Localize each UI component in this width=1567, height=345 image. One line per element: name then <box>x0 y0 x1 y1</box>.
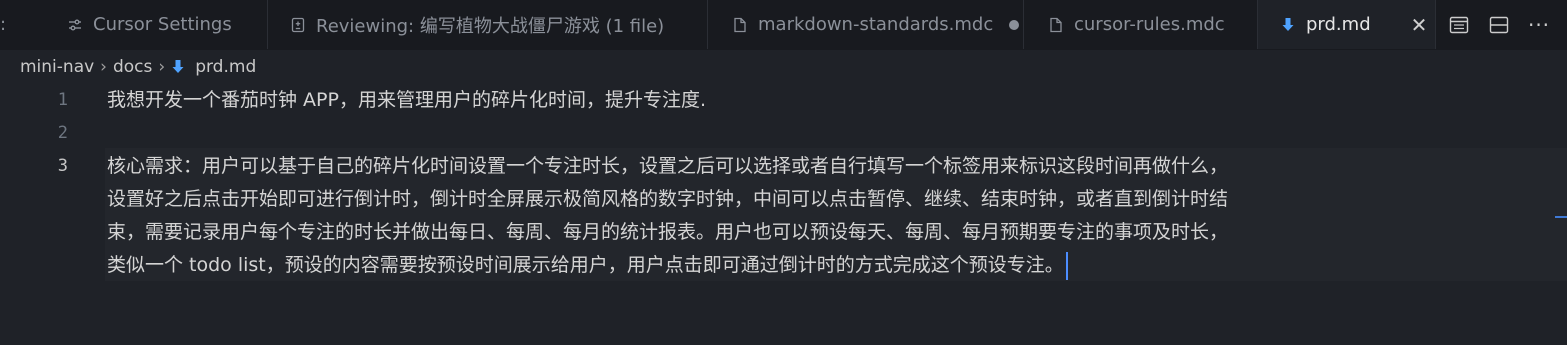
more-actions-icon[interactable]: ··· <box>1528 13 1550 37</box>
line-number: 2 <box>57 123 68 143</box>
breadcrumb-item-mini-nav[interactable]: mini-nav <box>20 57 94 77</box>
editor-actions: ··· <box>1436 0 1550 49</box>
tab-label: Reviewing: 编写植物大战僵尸游戏 (1 file) <box>316 15 665 37</box>
markdown-arrow-icon <box>1278 15 1298 35</box>
breadcrumb: mini-nav › docs › prd.md <box>20 56 256 78</box>
line-text[interactable]: 我想开发一个番茄时钟 APP，用来管理用户的碎片化时间，提升专注度. <box>107 84 706 117</box>
line-text-wrap[interactable]: 设置好之后点击开始即可进行倒计时，倒计时全屏展示极简风格的数字时钟，中间可以点击… <box>107 183 1228 216</box>
editor-line-3: 3 核心需求：用户可以基于自己的碎片化时间设置一个专注时长，设置之后可以选择或者… <box>0 150 1567 283</box>
tab-cursor-rules[interactable]: cursor-rules.mdc <box>1024 0 1258 49</box>
text-cursor <box>1065 251 1068 280</box>
split-editor-icon[interactable] <box>1488 14 1510 36</box>
unsaved-dot-icon[interactable] <box>1009 19 1020 30</box>
file-icon <box>1046 15 1066 35</box>
line-number: 3 <box>57 156 68 176</box>
line-number: 1 <box>57 90 68 110</box>
tab-prd-md[interactable]: prd.md ✕ <box>1258 0 1436 49</box>
tab-cursor-settings[interactable]: Cursor Settings <box>10 0 268 49</box>
review-icon <box>288 15 308 35</box>
tab-bar: : Cursor Settings Reviewing: 编写植物大战僵尸游戏 … <box>0 0 1567 50</box>
line-text-wrap-last[interactable]: 类似一个 todo list，预设的内容需要按预设时间展示给用户，用户点击即可通… <box>107 249 1068 282</box>
line-text-wrap[interactable]: 束，需要记录用户每个专注的时长并做出每日、每周、每月的统计报表。用户也可以预设每… <box>107 216 1228 249</box>
breadcrumb-item-prd-md[interactable]: prd.md <box>195 57 256 77</box>
editor-line-2: 2 <box>0 117 1567 150</box>
tab-label: cursor-rules.mdc <box>1074 14 1225 35</box>
tab-label: prd.md <box>1306 14 1371 35</box>
chevron-right-icon: › <box>158 57 166 77</box>
tab-reviewing[interactable]: Reviewing: 编写植物大战僵尸游戏 (1 file) <box>268 0 708 49</box>
settings-sliders-icon <box>65 15 85 35</box>
tab-label: Cursor Settings <box>93 14 232 35</box>
tab-markdown-standards[interactable]: markdown-standards.mdc <box>708 0 1024 49</box>
chevron-right-icon: › <box>100 57 107 77</box>
tab-overflow-indicator[interactable]: : <box>0 0 10 49</box>
editor-content[interactable]: 1 我想开发一个番茄时钟 APP，用来管理用户的碎片化时间，提升专注度. 2 3… <box>0 84 1567 283</box>
line-text-wrap[interactable]: 核心需求：用户可以基于自己的碎片化时间设置一个专注时长，设置之后可以选择或者自行… <box>107 150 1228 183</box>
breadcrumb-item-docs[interactable]: docs <box>113 57 152 77</box>
tab-label: markdown-standards.mdc <box>758 14 994 35</box>
markdown-arrow-icon <box>171 59 185 75</box>
editor-line-1: 1 我想开发一个番茄时钟 APP，用来管理用户的碎片化时间，提升专注度. <box>0 84 1567 117</box>
scrollbar-marker[interactable] <box>1555 216 1567 218</box>
file-icon <box>730 15 750 35</box>
preview-icon[interactable] <box>1448 14 1470 36</box>
line-text: 类似一个 todo list，预设的内容需要按预设时间展示给用户，用户点击即可通… <box>107 254 1064 276</box>
close-icon[interactable]: ✕ <box>1411 13 1428 37</box>
